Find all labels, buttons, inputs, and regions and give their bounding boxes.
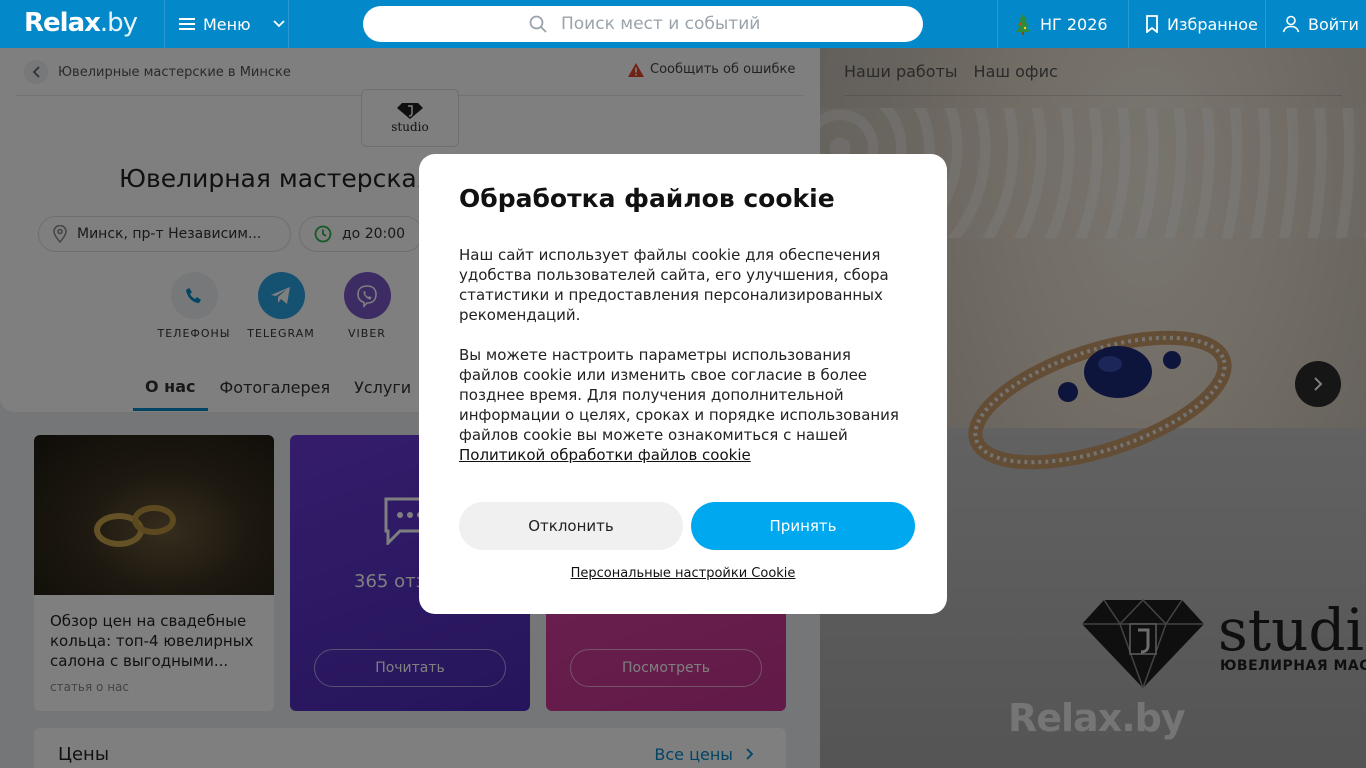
hamburger-icon [179,18,195,30]
login-link[interactable]: Войти [1265,0,1366,48]
menu-button[interactable]: Меню [164,0,289,48]
cookie-dialog: Обработка файлов cookie Наш сайт использ… [419,154,947,614]
new-year-label: НГ 2026 [1040,14,1108,34]
accept-button[interactable]: Принять [691,502,915,550]
search-icon [529,15,547,33]
search-placeholder: Поиск мест и событий [561,14,761,34]
user-icon [1282,15,1300,33]
cookie-policy-link[interactable]: Политикой обработки файлов cookie [459,446,751,464]
cookie-title: Обработка файлов cookie [459,184,835,213]
login-label: Войти [1308,14,1359,34]
favorites-label: Избранное [1167,14,1258,34]
chevron-down-icon [272,20,285,28]
decline-button[interactable]: Отклонить [459,502,683,550]
bookmark-icon [1146,15,1158,33]
cookie-text-2: Вы можете настроить параметры использова… [459,346,899,464]
relax-logo[interactable]: Relax.by [24,8,138,38]
new-year-link[interactable]: НГ 2026 [997,0,1128,48]
menu-label: Меню [203,14,251,34]
cookie-text-1: Наш сайт использует файлы cookie для обе… [459,246,889,324]
christmas-tree-icon [1016,14,1030,35]
search-input[interactable]: Поиск мест и событий [363,6,923,42]
top-header: Relax.by Меню Поиск мест и событий НГ 20… [0,0,1366,48]
favorites-link[interactable]: Избранное [1128,0,1265,48]
cookie-settings-link[interactable]: Персональные настройки Cookie [419,566,947,581]
